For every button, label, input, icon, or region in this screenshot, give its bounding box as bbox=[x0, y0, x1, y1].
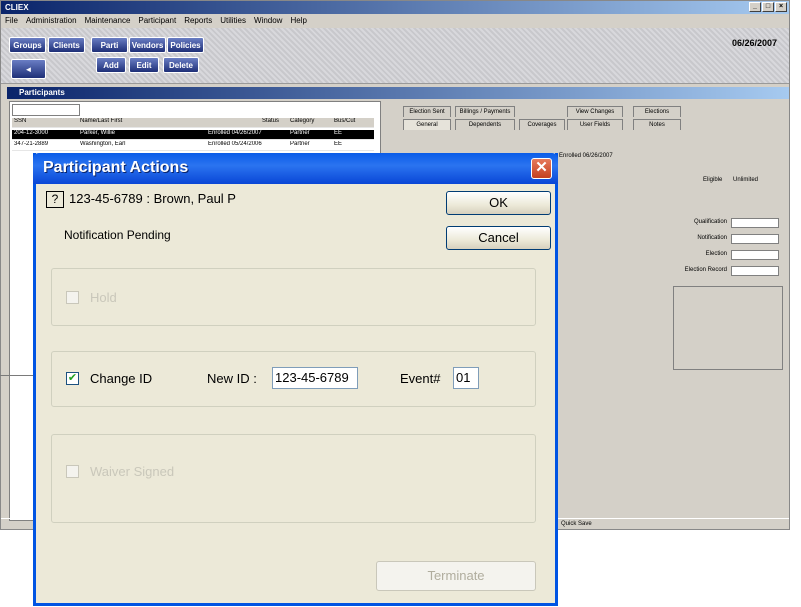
date-label-notification: Notification bbox=[697, 235, 727, 241]
tab-view-changes[interactable]: View Changes bbox=[567, 106, 623, 117]
maximize-icon[interactable]: □ bbox=[762, 2, 774, 12]
waiver-signed-label: Waiver Signed bbox=[90, 464, 175, 479]
hold-group: Hold bbox=[51, 268, 536, 326]
tab-elections[interactable]: Elections bbox=[633, 106, 681, 117]
election-date-field[interactable] bbox=[731, 250, 779, 260]
nav-policies-button[interactable]: Policies bbox=[167, 37, 204, 53]
minimize-icon[interactable]: _ bbox=[749, 2, 761, 12]
participant-ssn: 123-45-6789 bbox=[69, 191, 143, 206]
col-header-ssn[interactable]: SSN bbox=[14, 118, 26, 124]
hold-checkbox[interactable] bbox=[66, 291, 79, 304]
app-title: CLIEX bbox=[5, 3, 29, 12]
tab-election-sent[interactable]: Election Sent bbox=[403, 106, 451, 117]
new-id-input[interactable]: 123-45-6789 bbox=[272, 367, 358, 389]
col-header-name[interactable]: Name/Last First bbox=[80, 118, 122, 124]
notification-status: Notification Pending bbox=[64, 228, 171, 242]
event-number-label: Event# bbox=[400, 371, 441, 386]
waiver-signed-checkbox[interactable] bbox=[66, 465, 79, 478]
notification-date-field[interactable] bbox=[731, 234, 779, 244]
cancel-button[interactable]: Cancel bbox=[446, 226, 551, 250]
list-search-input[interactable] bbox=[12, 104, 80, 116]
hold-label: Hold bbox=[90, 290, 117, 305]
add-button[interactable]: Add bbox=[96, 57, 126, 73]
menu-window[interactable]: Window bbox=[254, 14, 282, 27]
tab-general[interactable]: General bbox=[403, 119, 451, 130]
help-button[interactable]: ? bbox=[46, 191, 64, 208]
list-header-row: SSN Name/Last First Status Category Bus/… bbox=[12, 118, 374, 128]
ok-button[interactable]: OK bbox=[446, 191, 551, 215]
nav-groups-button[interactable]: Groups bbox=[9, 37, 46, 53]
participant-actions-dialog: Participant Actions ✕ ? 123-45-6789 : Br… bbox=[33, 153, 558, 606]
menu-utilities[interactable]: Utilities bbox=[220, 14, 246, 27]
dialog-title: Participant Actions bbox=[43, 159, 189, 176]
event-number-input[interactable]: 01 bbox=[453, 367, 479, 389]
nav-clients-button[interactable]: Clients bbox=[48, 37, 85, 53]
date-label-qualification: Qualification bbox=[693, 219, 727, 225]
current-date: 06/26/2007 bbox=[731, 38, 777, 48]
change-id-checkbox[interactable]: ✔ bbox=[66, 372, 79, 385]
menu-file[interactable]: File bbox=[5, 14, 18, 27]
back-button[interactable]: ◄ bbox=[11, 59, 46, 79]
tab-dependents[interactable]: Dependents bbox=[455, 119, 515, 130]
qualification-date-field[interactable] bbox=[731, 218, 779, 228]
close-icon[interactable]: × bbox=[775, 2, 787, 12]
date-label-election-record: Election Record bbox=[684, 267, 727, 273]
new-id-label: New ID : bbox=[207, 371, 257, 386]
app-titlebar: CLIEX _ □ × bbox=[1, 1, 789, 14]
participant-name: Brown, Paul P bbox=[153, 191, 236, 206]
nav-vendors-button[interactable]: Vendors bbox=[129, 37, 166, 53]
unlimited-label: Unlimited bbox=[733, 177, 759, 183]
election-record-date-field[interactable] bbox=[731, 266, 779, 276]
status-quick-save: Quick Save bbox=[561, 521, 592, 527]
close-icon[interactable]: ✕ bbox=[531, 158, 552, 179]
nav-participants-button[interactable]: Parti bbox=[91, 37, 128, 53]
toolbar: Groups Clients Parti Vendors Policies ◄ … bbox=[1, 28, 789, 84]
menu-maintenance[interactable]: Maintenance bbox=[85, 14, 131, 27]
tab-coverages[interactable]: Coverages bbox=[519, 119, 565, 130]
enrolled-status-text: Enrolled 06/26/2007 bbox=[559, 153, 613, 159]
col-header-category[interactable]: Category bbox=[290, 118, 314, 124]
participant-identity: 123-45-6789 : Brown, Paul P bbox=[69, 191, 236, 206]
detail-group-box bbox=[673, 286, 783, 370]
terminate-button[interactable]: Terminate bbox=[376, 561, 536, 591]
menu-reports[interactable]: Reports bbox=[184, 14, 212, 27]
change-id-group: ✔ Change ID New ID : 123-45-6789 Event# … bbox=[51, 351, 536, 407]
participants-window-title: Participants bbox=[7, 87, 789, 99]
tab-notes[interactable]: Notes bbox=[633, 119, 681, 130]
change-id-label: Change ID bbox=[90, 371, 153, 386]
edit-button[interactable]: Edit bbox=[129, 57, 159, 73]
tab-billings[interactable]: Billings / Payments bbox=[455, 106, 515, 117]
identity-separator: : bbox=[146, 191, 150, 206]
eligible-label: Eligible bbox=[703, 177, 723, 183]
menubar: File Administration Maintenance Particip… bbox=[1, 14, 789, 27]
col-header-status[interactable]: Status bbox=[262, 118, 279, 124]
tab-user-fields[interactable]: User Fields bbox=[567, 119, 623, 130]
delete-button[interactable]: Delete bbox=[163, 57, 199, 73]
col-header-bus[interactable]: Bus/Cut bbox=[334, 118, 355, 124]
table-row[interactable]: 204-12-3000 Parker, Willie Enrolled 04/2… bbox=[12, 130, 374, 140]
window-controls: _ □ × bbox=[749, 2, 787, 12]
menu-help[interactable]: Help bbox=[290, 14, 306, 27]
menu-participant[interactable]: Participant bbox=[138, 14, 176, 27]
date-label-election: Election bbox=[705, 251, 727, 257]
dialog-titlebar: Participant Actions ✕ bbox=[33, 153, 558, 184]
waiver-group: Waiver Signed bbox=[51, 434, 536, 523]
menu-administration[interactable]: Administration bbox=[26, 14, 77, 27]
table-row[interactable]: 347-21-2889 Washington, Earl Enrolled 05… bbox=[12, 141, 374, 151]
